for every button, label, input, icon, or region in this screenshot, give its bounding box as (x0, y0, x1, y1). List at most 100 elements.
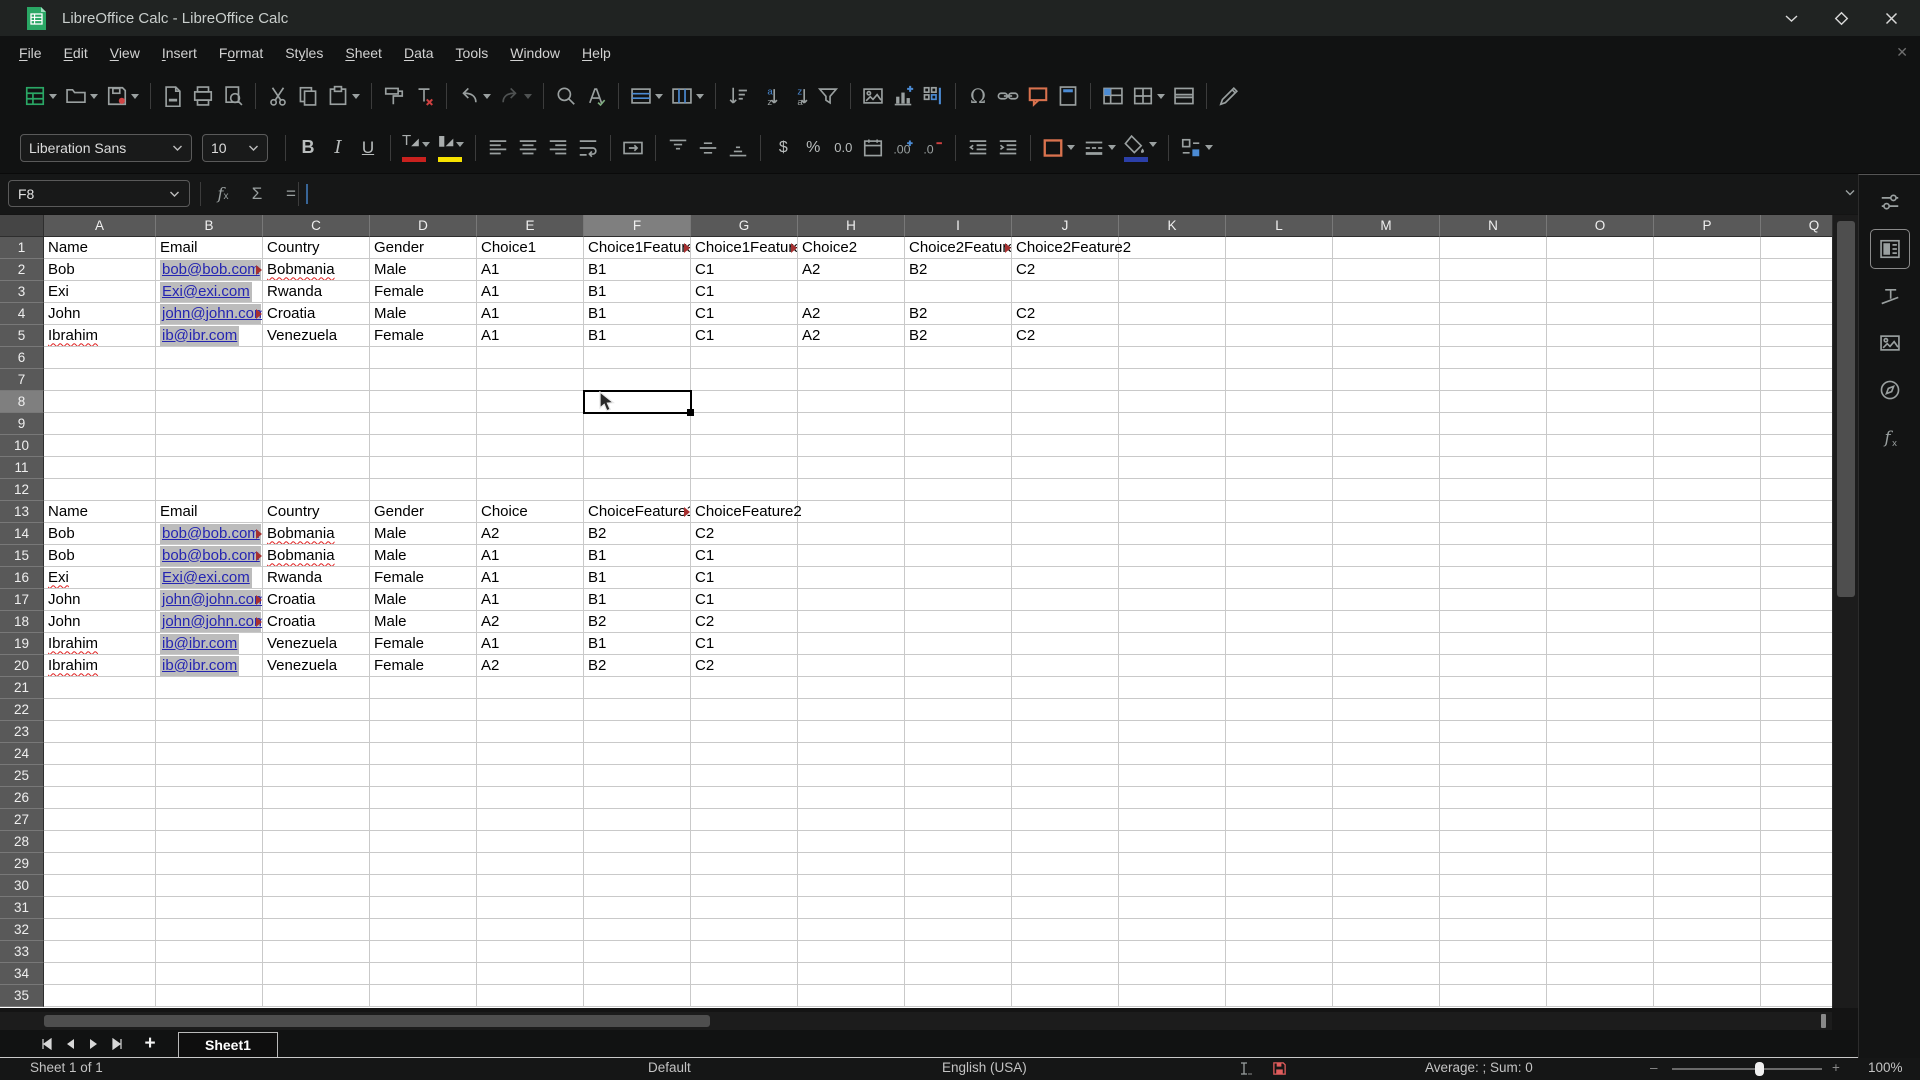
cell-E20[interactable]: A2 (477, 655, 584, 677)
cell-J5[interactable]: C2 (1012, 325, 1119, 347)
cell-H16[interactable] (798, 567, 905, 589)
column-header-H[interactable]: H (798, 215, 905, 237)
cell-J20[interactable] (1012, 655, 1119, 677)
cell-P28[interactable] (1654, 831, 1761, 853)
cell-M15[interactable] (1333, 545, 1440, 567)
cell-N16[interactable] (1440, 567, 1547, 589)
cell-G5[interactable]: C1 (691, 325, 798, 347)
cell-P4[interactable] (1654, 303, 1761, 325)
column-header-A[interactable]: A (44, 215, 156, 237)
cell-F34[interactable] (584, 963, 691, 985)
cell-E27[interactable] (477, 809, 584, 831)
row-header-31[interactable]: 31 (0, 897, 44, 919)
cell-B30[interactable] (156, 875, 263, 897)
cell-F23[interactable] (584, 721, 691, 743)
cell-N19[interactable] (1440, 633, 1547, 655)
dropdown-caret-icon[interactable] (421, 142, 430, 147)
cell-L33[interactable] (1226, 941, 1333, 963)
cell-N8[interactable] (1440, 391, 1547, 413)
menu-data[interactable]: Data (393, 40, 445, 66)
cell-H25[interactable] (798, 765, 905, 787)
cell-I10[interactable] (905, 435, 1012, 457)
cell-O13[interactable] (1547, 501, 1654, 523)
row-header-8[interactable]: 8 (0, 391, 44, 413)
cell-F15[interactable]: B1 (584, 545, 691, 567)
cell-B31[interactable] (156, 897, 263, 919)
cell-N7[interactable] (1440, 369, 1547, 391)
cell-E14[interactable]: A2 (477, 523, 584, 545)
unsaved-changes-icon[interactable] (1272, 1061, 1287, 1079)
cell-G14[interactable]: C2 (691, 523, 798, 545)
cell-J8[interactable] (1012, 391, 1119, 413)
sidebar-properties-button[interactable] (1869, 229, 1910, 269)
cell-O18[interactable] (1547, 611, 1654, 633)
cell-O1[interactable] (1547, 237, 1654, 259)
cell-G21[interactable] (691, 677, 798, 699)
cell-P8[interactable] (1654, 391, 1761, 413)
cell-K31[interactable] (1119, 897, 1226, 919)
cell-F1[interactable]: Choice1Feature1 (584, 237, 691, 259)
cell-C18[interactable]: Croatia (263, 611, 370, 633)
cell-G11[interactable] (691, 457, 798, 479)
row-header-13[interactable]: 13 (0, 501, 44, 523)
cell-B35[interactable] (156, 985, 263, 1007)
print-button[interactable] (188, 80, 218, 112)
cell-I17[interactable] (905, 589, 1012, 611)
cell-H29[interactable] (798, 853, 905, 875)
cell-L16[interactable] (1226, 567, 1333, 589)
cell-A28[interactable] (44, 831, 156, 853)
cell-G7[interactable] (691, 369, 798, 391)
cell-K20[interactable] (1119, 655, 1226, 677)
cell-D12[interactable] (370, 479, 477, 501)
cell-P21[interactable] (1654, 677, 1761, 699)
cell-D21[interactable] (370, 677, 477, 699)
menu-sheet[interactable]: Sheet (334, 40, 393, 66)
cell-F2[interactable]: B1 (584, 259, 691, 281)
cell-L29[interactable] (1226, 853, 1333, 875)
cell-G33[interactable] (691, 941, 798, 963)
cell-J14[interactable] (1012, 523, 1119, 545)
cell-D28[interactable] (370, 831, 477, 853)
cell-Q2[interactable] (1761, 259, 1832, 281)
cell-N13[interactable] (1440, 501, 1547, 523)
cell-I28[interactable] (905, 831, 1012, 853)
formula-input[interactable] (302, 178, 1830, 209)
cell-K12[interactable] (1119, 479, 1226, 501)
sidebar-gallery-button[interactable] (1870, 323, 1910, 363)
cell-B32[interactable] (156, 919, 263, 941)
cell-J23[interactable] (1012, 721, 1119, 743)
cell-I4[interactable]: B2 (905, 303, 1012, 325)
cell-K14[interactable] (1119, 523, 1226, 545)
cell-B10[interactable] (156, 435, 263, 457)
cell-G23[interactable] (691, 721, 798, 743)
cell-Q10[interactable] (1761, 435, 1832, 457)
cell-C29[interactable] (263, 853, 370, 875)
cell-K32[interactable] (1119, 919, 1226, 941)
next-sheet-button[interactable] (82, 1032, 106, 1056)
expand-formula-bar-button[interactable] (1844, 184, 1856, 202)
cell-Q17[interactable] (1761, 589, 1832, 611)
hyperlink-button[interactable] (993, 80, 1023, 112)
cell-N17[interactable] (1440, 589, 1547, 611)
cell-H19[interactable] (798, 633, 905, 655)
cell-K19[interactable] (1119, 633, 1226, 655)
sheet-tab-sheet1[interactable]: Sheet1 (178, 1032, 278, 1057)
cell-I33[interactable] (905, 941, 1012, 963)
increase-indent-button[interactable] (993, 132, 1023, 164)
cell-J9[interactable] (1012, 413, 1119, 435)
cell-L10[interactable] (1226, 435, 1333, 457)
menu-window[interactable]: Window (499, 40, 571, 66)
cell-F18[interactable]: B2 (584, 611, 691, 633)
menu-styles[interactable]: Styles (274, 40, 334, 66)
cell-Q35[interactable] (1761, 985, 1832, 1007)
row-header-11[interactable]: 11 (0, 457, 44, 479)
cell-G31[interactable] (691, 897, 798, 919)
insert-column-button[interactable] (667, 80, 708, 112)
cell-P15[interactable] (1654, 545, 1761, 567)
dropdown-caret-icon[interactable] (90, 93, 98, 99)
cell-H28[interactable] (798, 831, 905, 853)
select-all-corner[interactable] (0, 215, 44, 237)
cell-L32[interactable] (1226, 919, 1333, 941)
cell-E13[interactable]: Choice (477, 501, 584, 523)
format-currency-button[interactable]: $ (768, 132, 798, 164)
